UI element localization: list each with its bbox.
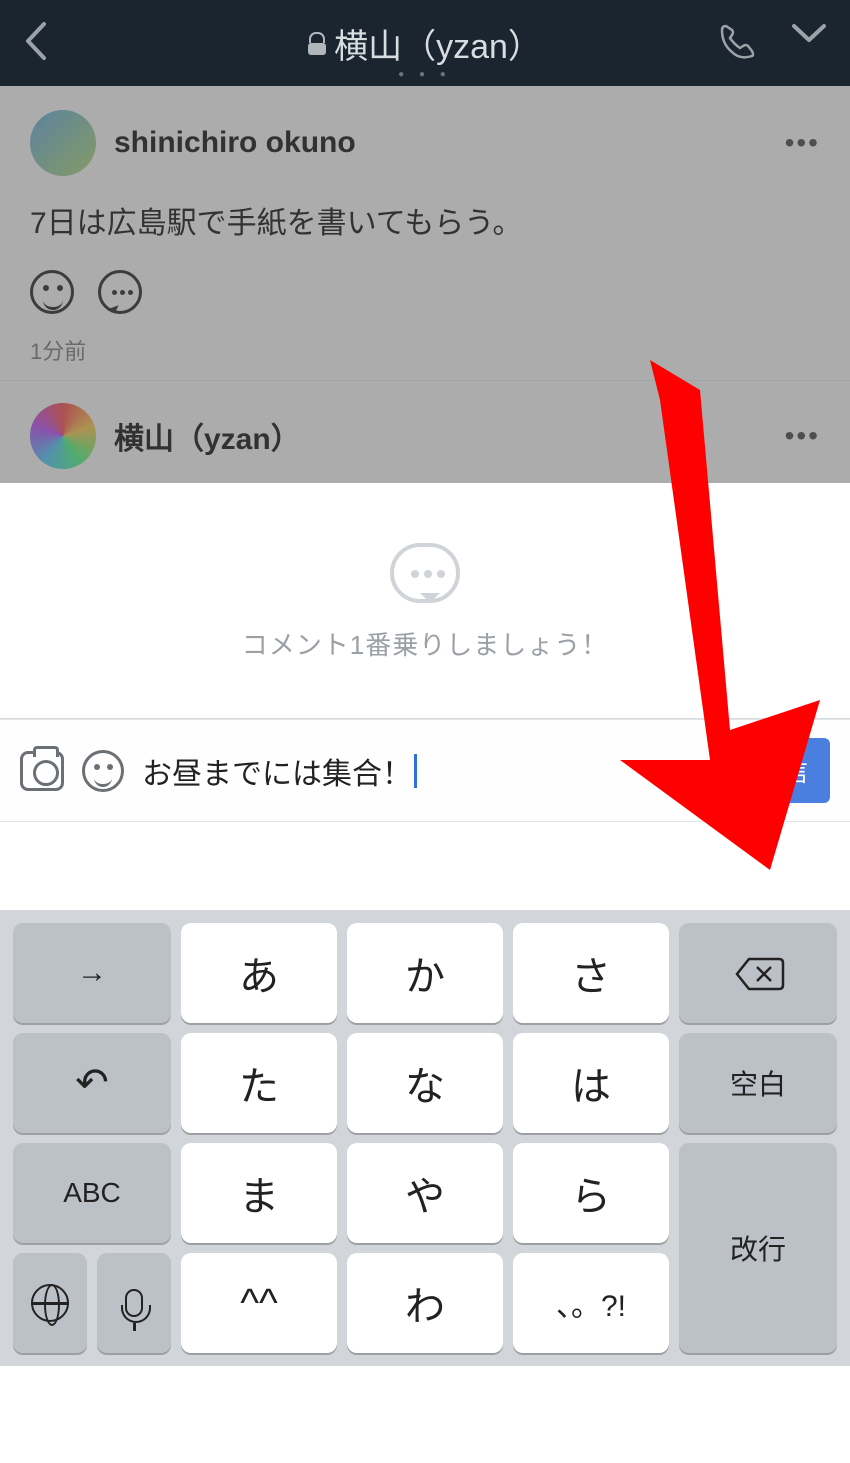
chevron-down-icon[interactable] [790,22,828,65]
chat-header: 横山（yzan） ● ● ● [0,0,850,86]
key-ma[interactable]: ま [181,1143,337,1243]
lock-icon [308,32,326,54]
back-icon[interactable] [22,20,48,67]
comment-input-text: お昼までには集合！ [142,749,412,793]
key-punct[interactable]: 、。?! [513,1253,669,1353]
key-mic[interactable] [97,1253,171,1353]
chat-title-text: 横山（yzan） [334,19,542,68]
key-backspace[interactable] [679,923,837,1023]
key-next-candidate[interactable]: → [13,923,171,1023]
comment-prompt: コメント1番乗りしましょう！ [0,625,850,662]
keyboard: → ABC あ か さ た な は [0,910,850,1366]
key-wa[interactable]: わ [347,1253,503,1353]
avatar[interactable] [30,110,96,176]
more-icon[interactable]: ••• [785,420,820,452]
camera-icon[interactable] [20,751,64,791]
globe-icon [31,1284,69,1322]
undo-icon [75,1060,109,1106]
avatar[interactable] [30,403,96,469]
comment-input-bar: お昼までには集合！ 送信 [0,719,850,822]
post-timestamp: 1分前 [30,334,820,366]
key-ha[interactable]: は [513,1033,669,1133]
key-na[interactable]: な [347,1033,503,1133]
react-icon[interactable] [30,270,74,314]
key-ya[interactable]: や [347,1143,503,1243]
comment-empty-state: コメント1番乗りしましょう！ [0,483,850,718]
key-ta[interactable]: た [181,1033,337,1133]
post: shinichiro okuno ••• 7日は広島駅で手紙を書いてもらう。 1… [0,86,850,381]
key-space[interactable]: 空白 [679,1033,837,1133]
mic-icon [125,1289,143,1317]
key-globe[interactable] [13,1253,87,1353]
key-abc[interactable]: ABC [13,1143,171,1243]
key-ra[interactable]: ら [513,1143,669,1243]
key-return[interactable]: 改行 [679,1143,837,1353]
comment-input[interactable]: お昼までには集合！ [142,749,716,793]
post: 横山（yzan） ••• [0,381,850,483]
key-ka[interactable]: か [347,923,503,1023]
post-body: 7日は広島駅で手紙を書いてもらう。 [30,198,820,242]
send-button[interactable]: 送信 [734,738,830,803]
call-icon[interactable] [718,22,756,65]
comment-icon[interactable] [98,270,142,314]
key-undo[interactable] [13,1033,171,1133]
comment-bubble-icon [390,543,460,603]
emoji-icon[interactable] [82,750,124,792]
backspace-icon [735,957,781,989]
key-a[interactable]: あ [181,923,337,1023]
page-indicator: ● ● ● [0,69,850,80]
post-username[interactable]: 横山（yzan） [114,414,301,458]
more-icon[interactable]: ••• [785,127,820,159]
post-username[interactable]: shinichiro okuno [114,126,356,160]
key-sa[interactable]: さ [513,923,669,1023]
key-face[interactable]: ^^ [181,1253,337,1353]
